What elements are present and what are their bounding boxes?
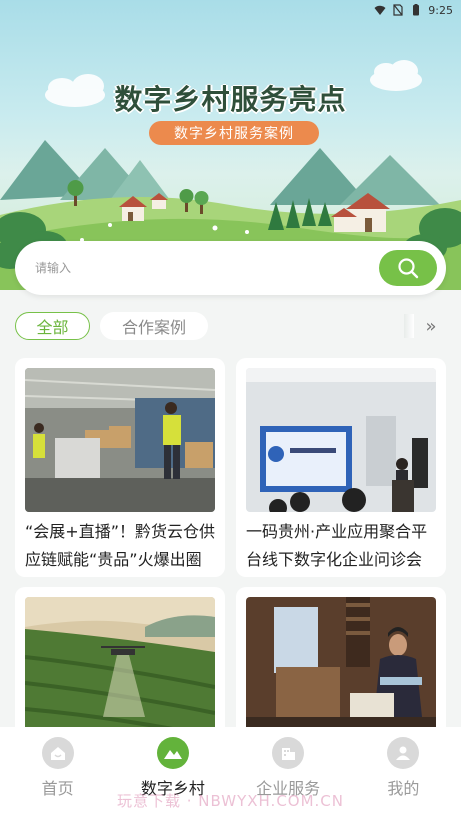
- craftswoman-photo: [246, 597, 436, 741]
- wifi-icon: [374, 5, 386, 15]
- case-card[interactable]: “会展+直播”！黔货云仓供应链赋能“贵品”火爆出圈: [15, 358, 225, 577]
- card-title: “会展+直播”！黔货云仓供应链赋能“贵品”火爆出圈: [25, 522, 215, 569]
- battery-icon: [413, 4, 420, 16]
- banner-subtitle-badge: 数字乡村服务案例: [149, 121, 319, 145]
- home-icon: [41, 737, 74, 769]
- status-time: 9:25: [428, 3, 453, 17]
- mountain-icon: [156, 737, 189, 769]
- double-chevron-right-icon[interactable]: »: [416, 312, 446, 340]
- watermark: 玩意下载 · NBWYXH.COM.CN: [116, 792, 345, 810]
- building-icon: [272, 737, 305, 769]
- no-sim-icon: [393, 4, 403, 16]
- case-card[interactable]: 一码贵州·产业应用聚合平台线下数字化企业问诊会: [236, 358, 446, 577]
- user-icon: [387, 737, 420, 769]
- category-tabs: 全部 合作案例 »: [15, 312, 446, 340]
- tab-cooperation-cases[interactable]: 合作案例: [100, 312, 208, 340]
- tea-field-drone-photo: [25, 597, 215, 741]
- warehouse-photo: [25, 368, 215, 512]
- tab-all[interactable]: 全部: [15, 312, 90, 340]
- mountain: [340, 155, 440, 205]
- search-bar: [15, 241, 446, 295]
- tab-scroll-fade: [404, 314, 414, 338]
- search-icon: [398, 258, 419, 279]
- case-card[interactable]: [15, 587, 225, 747]
- case-card[interactable]: [236, 587, 446, 747]
- search-button[interactable]: [379, 250, 437, 286]
- status-bar: 9:25: [0, 0, 461, 20]
- conference-photo: [246, 368, 436, 512]
- search-input[interactable]: [15, 261, 379, 275]
- card-title: 一码贵州·产业应用聚合平台线下数字化企业问诊会: [246, 522, 428, 569]
- banner-title: 数字乡村服务亮点: [114, 83, 347, 116]
